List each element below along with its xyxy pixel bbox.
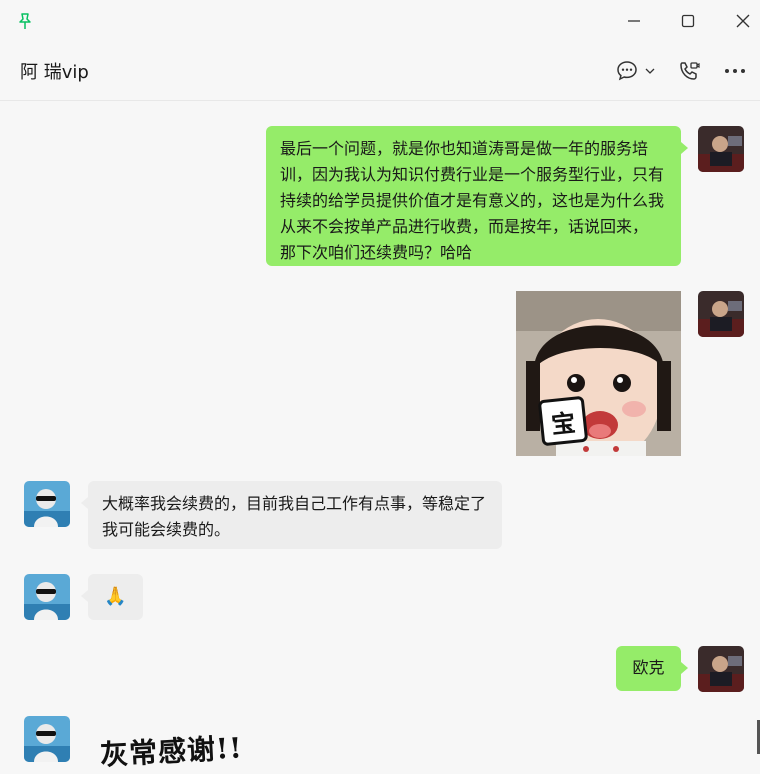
maximize-icon[interactable]: [674, 8, 702, 34]
chevron-down-icon[interactable]: [644, 58, 656, 84]
minimize-icon[interactable]: [620, 8, 648, 34]
sticker-caption[interactable]: 灰常感谢!!: [99, 726, 243, 773]
video-call-icon[interactable]: [676, 58, 702, 84]
my-avatar[interactable]: [698, 646, 744, 692]
title-bar: 阿 瑞vip: [0, 0, 760, 101]
more-icon[interactable]: [722, 58, 748, 84]
bubble-tail: [81, 497, 88, 509]
my-avatar[interactable]: [698, 291, 744, 337]
message-bubble-sent[interactable]: 最后一个问题，就是你也知道涛哥是做一年的服务培训，因为我认为知识付费行业是一个服…: [266, 126, 681, 266]
contact-avatar[interactable]: [24, 574, 70, 620]
message-bubble-received[interactable]: 大概率我会续费的，目前我自己工作有点事，等稳定了我可能会续费的。: [88, 481, 502, 549]
chat-bubble-icon[interactable]: [614, 58, 640, 84]
message-bubble-sent[interactable]: 欧克: [616, 646, 681, 691]
sticker-caption: 宝: [537, 395, 589, 447]
close-icon[interactable]: [729, 8, 757, 34]
chat-title: 阿 瑞vip: [20, 62, 89, 83]
contact-avatar[interactable]: [24, 716, 70, 762]
bubble-tail: [81, 590, 88, 602]
bubble-tail: [681, 662, 688, 674]
bubble-tail: [681, 142, 688, 154]
sticker-image[interactable]: 宝: [516, 291, 681, 456]
message-bubble-received[interactable]: 🙏: [88, 574, 143, 620]
contact-avatar[interactable]: [24, 481, 70, 527]
pin-icon[interactable]: [16, 12, 34, 30]
my-avatar[interactable]: [698, 126, 744, 172]
